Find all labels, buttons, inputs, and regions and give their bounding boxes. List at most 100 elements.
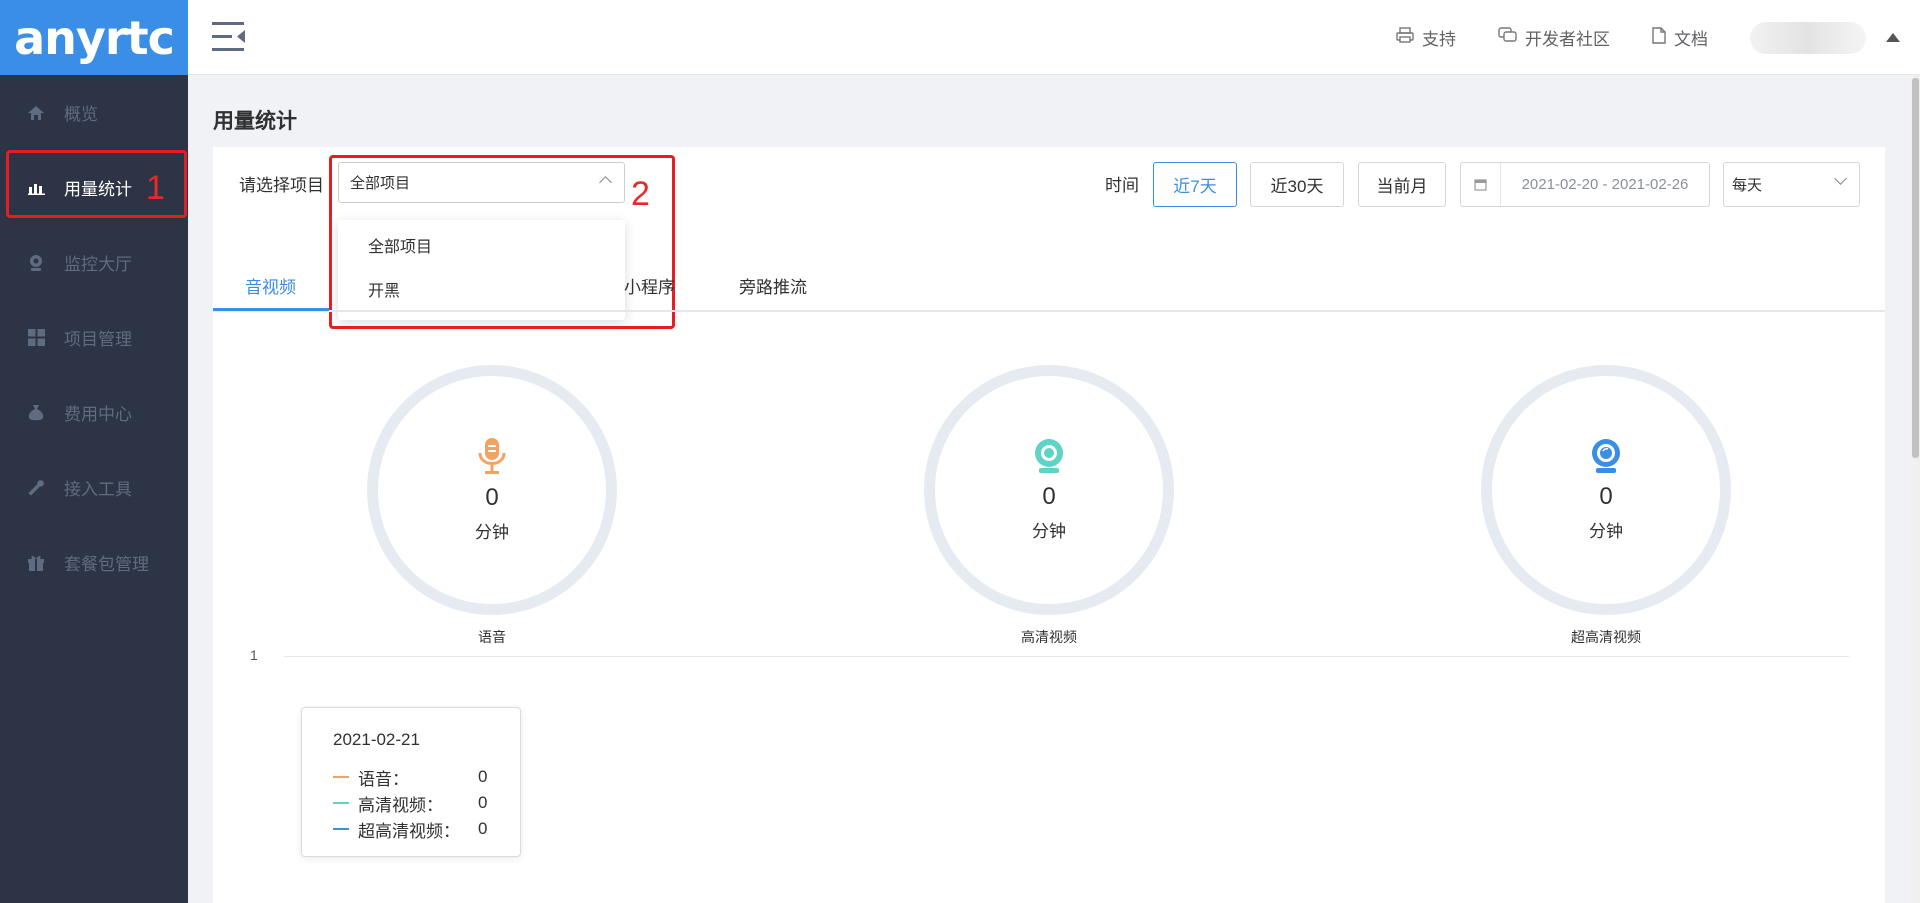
time-month-button[interactable]: 当前月 xyxy=(1358,162,1446,207)
camera-icon xyxy=(1033,438,1065,479)
tab-mini-program[interactable]: 小程序 xyxy=(624,273,675,298)
stat-value: 0 xyxy=(485,484,499,511)
grid-line xyxy=(284,656,1849,657)
series-color-marker xyxy=(333,802,349,804)
stat-ring: 0 分钟 xyxy=(1481,365,1731,615)
tab-audio-video[interactable]: 音视频 xyxy=(245,273,296,298)
sidebar-item-usage[interactable]: 用量统计 1 xyxy=(0,150,188,225)
sidebar-item-projects[interactable]: 项目管理 xyxy=(0,300,188,375)
tooltip-row-hd: 高清视频： 0 xyxy=(333,790,520,816)
sidebar-item-monitor[interactable]: 监控大厅 xyxy=(0,225,188,300)
usage-line-chart: 1 2021-02-21 语音： 0 高清视频： 0 超高清视频： 0 xyxy=(213,647,1885,903)
stat-unit: 分钟 xyxy=(1032,522,1066,541)
annotation-number-1: 1 xyxy=(146,168,165,207)
stat-ring: 0 分钟 xyxy=(367,365,617,615)
series-color-marker xyxy=(333,828,349,830)
sidebar-item-billing[interactable]: 费用中心 xyxy=(0,375,188,450)
money-bag-icon xyxy=(26,403,46,423)
page-title: 用量统计 xyxy=(213,110,297,133)
menu-collapse-icon[interactable] xyxy=(212,22,246,52)
sidebar-nav: 概览 用量统计 1 监控大厅 项目管理 费用中心 接入工具 套餐包管理 xyxy=(0,75,188,600)
usage-card: 请选择项目 全部项目 全部项目 开黑 2 时间 近7天 近30天 当前月 202… xyxy=(213,147,1885,903)
sidebar-item-label: 概览 xyxy=(64,105,98,124)
support-link[interactable]: 支持 xyxy=(1396,25,1456,50)
period-select-value: 每天 xyxy=(1732,177,1763,194)
page-scrollbar[interactable] xyxy=(1911,75,1920,903)
community-label: 开发者社区 xyxy=(1525,30,1610,49)
sidebar-item-label: 套餐包管理 xyxy=(64,555,149,574)
chevron-up-icon xyxy=(599,176,612,189)
logo-text: anyrtc xyxy=(14,10,175,65)
docs-link[interactable]: 文档 xyxy=(1652,25,1708,50)
webcam-icon xyxy=(26,253,46,273)
avatar xyxy=(1750,21,1866,54)
annotation-number-2: 2 xyxy=(631,175,650,213)
tooltip-series-name: 语音： xyxy=(358,769,409,789)
user-menu[interactable] xyxy=(1750,21,1900,54)
support-label: 支持 xyxy=(1422,30,1456,49)
community-link[interactable]: 开发者社区 xyxy=(1498,25,1610,50)
header-links: 支持 开发者社区 文档 xyxy=(1396,0,1900,75)
date-range-value: 2021-02-20 - 2021-02-26 xyxy=(1521,176,1689,193)
stat-label: 语音 xyxy=(478,629,506,645)
stat-label: 超高清视频 xyxy=(1571,629,1641,645)
sidebar-item-label: 监控大厅 xyxy=(64,255,132,274)
sidebar-item-overview[interactable]: 概览 xyxy=(0,75,188,150)
printer-icon xyxy=(1396,27,1414,48)
project-select-value: 全部项目 xyxy=(350,175,411,192)
caret-up-icon xyxy=(1886,33,1900,42)
period-select[interactable]: 每天 xyxy=(1723,162,1860,207)
tooltip-row-voice: 语音： 0 xyxy=(333,764,520,790)
calendar-icon xyxy=(1461,163,1501,206)
time-30d-button[interactable]: 近30天 xyxy=(1250,162,1344,207)
tooltip-series-name: 超高清视频： xyxy=(358,821,460,841)
chat-icon xyxy=(1498,27,1517,48)
project-select[interactable]: 全部项目 xyxy=(338,162,625,203)
tab-active-indicator xyxy=(213,308,329,311)
date-range-picker[interactable]: 2021-02-20 - 2021-02-26 xyxy=(1460,162,1710,207)
logo[interactable]: anyrtc xyxy=(0,0,188,75)
tooltip-series-value: 0 xyxy=(478,819,488,838)
chevron-down-icon xyxy=(1834,172,1847,185)
time-7d-button[interactable]: 近7天 xyxy=(1153,162,1237,207)
tooltip-series-name: 高清视频： xyxy=(358,795,443,815)
document-icon xyxy=(1652,26,1666,49)
stat-unit: 分钟 xyxy=(1589,522,1623,541)
tooltip-series-value: 0 xyxy=(478,793,488,812)
hd-camera-icon xyxy=(1590,438,1622,479)
home-icon xyxy=(26,103,46,123)
main-content: 用量统计 请选择项目 全部项目 全部项目 开黑 2 时间 近7天 近30天 当前… xyxy=(188,75,1920,903)
sidebar-item-label: 费用中心 xyxy=(64,405,132,424)
sidebar-item-tools[interactable]: 接入工具 xyxy=(0,450,188,525)
gift-icon xyxy=(26,553,46,573)
sidebar-item-label: 用量统计 xyxy=(64,180,132,199)
y-axis-tick: 1 xyxy=(250,647,258,663)
stat-ring: 0 分钟 xyxy=(924,365,1174,615)
tooltip-date: 2021-02-21 xyxy=(333,730,420,749)
bar-chart-icon xyxy=(26,178,46,198)
series-color-marker xyxy=(333,776,349,778)
stat-value: 0 xyxy=(1599,483,1613,510)
grid-icon xyxy=(26,328,46,348)
project-filter-label: 请选择项目 xyxy=(239,176,324,195)
stat-label: 高清视频 xyxy=(1021,629,1077,645)
stat-voice: 0 分钟 语音 xyxy=(367,365,617,647)
wrench-icon xyxy=(26,478,46,498)
top-header: 支持 开发者社区 文档 xyxy=(188,0,1920,75)
stat-hd-video: 0 分钟 高清视频 xyxy=(924,365,1174,647)
stat-uhd-video: 0 分钟 超高清视频 xyxy=(1481,365,1731,647)
sidebar: anyrtc 概览 用量统计 1 监控大厅 项目管理 费用中心 接入工具 套餐包… xyxy=(0,0,188,903)
tab-bypass-push[interactable]: 旁路推流 xyxy=(739,273,807,298)
sidebar-item-label: 接入工具 xyxy=(64,480,132,499)
microphone-icon xyxy=(477,437,507,480)
tooltip-row-uhd: 超高清视频： 0 xyxy=(333,816,520,842)
stat-value: 0 xyxy=(1042,483,1056,510)
tooltip-series-value: 0 xyxy=(478,767,488,786)
docs-label: 文档 xyxy=(1674,30,1708,49)
sidebar-item-label: 项目管理 xyxy=(64,330,132,349)
tab-bar: 音视频 小程序 旁路推流 xyxy=(213,255,1885,312)
sidebar-item-packages[interactable]: 套餐包管理 xyxy=(0,525,188,600)
chart-tooltip: 2021-02-21 语音： 0 高清视频： 0 超高清视频： 0 xyxy=(301,707,521,857)
stat-unit: 分钟 xyxy=(475,523,509,542)
scrollbar-thumb[interactable] xyxy=(1912,78,1919,458)
